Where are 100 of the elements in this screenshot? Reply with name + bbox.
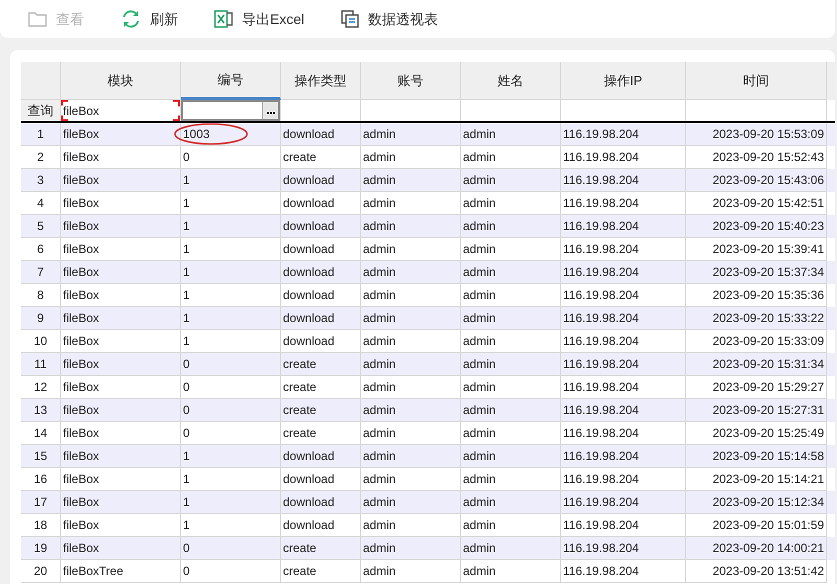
table-cell-text: admin xyxy=(463,149,496,166)
table-cell-text: admin xyxy=(463,563,496,580)
table-cell-text: 116.19.98.204 xyxy=(563,333,639,350)
table-cell-text: 0 xyxy=(183,563,190,580)
spreadsheet-icon xyxy=(214,9,234,29)
table-cell-text: 1 xyxy=(183,172,190,189)
table-cell-text: fileBox xyxy=(63,172,100,189)
table-cell-text: 0 xyxy=(183,379,190,396)
table-cell-text: admin xyxy=(463,425,496,442)
table-cell-text: admin xyxy=(463,494,496,511)
table-cell-text: 116.19.98.204 xyxy=(563,425,639,442)
table-cell-text: 116.19.98.204 xyxy=(563,563,639,580)
table-cell-text: admin xyxy=(463,264,496,281)
table-cell-text: 116.19.98.204 xyxy=(563,241,639,258)
table-cell-text: admin xyxy=(363,425,396,442)
table-cell-text: create xyxy=(283,402,316,419)
table-cell-text: download xyxy=(283,264,334,281)
table-cell-text: 1003 xyxy=(183,126,210,143)
table-cell-text: 1 xyxy=(183,241,190,258)
table-cell-text: fileBox xyxy=(63,425,100,442)
table-cell-text: create xyxy=(283,149,316,166)
table-cell-text: 2023-09-20 15:37:34 xyxy=(712,264,824,281)
table-cell-text: 116.19.98.204 xyxy=(563,172,639,189)
table-cell-text: admin xyxy=(363,540,396,557)
table-cell-text: admin xyxy=(363,241,396,258)
table-cell-text: admin xyxy=(463,310,496,327)
table-cell-text: download xyxy=(283,471,334,488)
table-cell-text: fileBox xyxy=(63,517,100,534)
table-cell-text: admin xyxy=(363,379,396,396)
table-cell-text: 116.19.98.204 xyxy=(563,402,639,419)
table-cell-text: 2023-09-20 15:14:21 xyxy=(712,471,824,488)
table-cell-text: 2023-09-20 15:01:59 xyxy=(712,517,824,534)
table-cell-text: admin xyxy=(363,494,396,511)
table-cell-text: 1 xyxy=(183,333,190,350)
table-cell-text: fileBox xyxy=(63,494,100,511)
table-cell-text: 0 xyxy=(183,425,190,442)
document-stack-icon xyxy=(340,9,360,29)
table-cell-text: admin xyxy=(363,287,396,304)
table-cell-text: admin xyxy=(363,310,396,327)
table-cell-text: admin xyxy=(463,356,496,373)
filter-label: 查询 xyxy=(21,100,61,121)
toolbar-button[interactable]: 刷新 xyxy=(120,8,178,30)
table-cell-text: 0 xyxy=(183,540,190,557)
table-cell-text: 1 xyxy=(183,517,190,534)
table-cell-text: admin xyxy=(463,126,496,143)
table-cell-text: admin xyxy=(463,172,496,189)
column-header[interactable]: 模块 xyxy=(61,62,181,100)
table-cell-text: admin xyxy=(463,218,496,235)
table-cell-text: fileBox xyxy=(63,471,100,488)
table-cell-text: 1 xyxy=(183,471,190,488)
table-cell-text: 2023-09-20 15:40:23 xyxy=(712,218,824,235)
table-cell-text: create xyxy=(283,425,316,442)
table-cell-text: 2023-09-20 15:25:49 xyxy=(712,425,824,442)
filter-field[interactable]: fileBox xyxy=(61,100,180,121)
table-cell-text: fileBox xyxy=(63,264,100,281)
table-cell-text: create xyxy=(283,540,316,557)
table-cell-text: admin xyxy=(463,195,496,212)
table-cell-text: 2023-09-20 15:27:31 xyxy=(712,402,824,419)
toolbar-button[interactable]: 数据透视表 xyxy=(340,8,438,30)
table-cell-text: download xyxy=(283,333,334,350)
column-header[interactable]: 操作类型 xyxy=(281,62,361,100)
table-cell-text: 116.19.98.204 xyxy=(563,126,639,143)
table-cell-text: fileBox xyxy=(63,195,100,212)
row-number: 20 xyxy=(21,560,61,583)
filter-field[interactable] xyxy=(181,100,280,121)
table-cell-text: fileBox xyxy=(63,218,100,235)
table-cell-text: 2023-09-20 15:53:09 xyxy=(712,126,824,143)
table-cell-text: fileBox xyxy=(63,149,100,166)
table-cell-text: admin xyxy=(463,402,496,419)
table-cell-text: 0 xyxy=(183,149,190,166)
table-cell-text: 116.19.98.204 xyxy=(563,517,639,534)
table-cell-text: admin xyxy=(363,402,396,419)
table-cell-text: 116.19.98.204 xyxy=(563,540,639,557)
table-cell-text: 0 xyxy=(183,402,190,419)
table-cell-text: admin xyxy=(463,241,496,258)
column-header[interactable]: 账号 xyxy=(361,62,461,100)
table-cell-text: fileBox xyxy=(63,540,100,557)
table-cell-text: 1 xyxy=(183,195,190,212)
table-cell-text: admin xyxy=(363,333,396,350)
table-cell-text: fileBox xyxy=(63,310,100,327)
table-cell-text: 0 xyxy=(183,356,190,373)
table-cell-text: 116.19.98.204 xyxy=(563,471,639,488)
table-cell-text: 2023-09-20 15:29:27 xyxy=(712,379,824,396)
table-cell-text: fileBox xyxy=(63,448,100,465)
table-cell-text: admin xyxy=(363,172,396,189)
table-cell-text: download xyxy=(283,172,334,189)
table-cell-text: download xyxy=(283,287,334,304)
table-cell-text: fileBox xyxy=(63,356,100,373)
table-cell-text: 2023-09-20 15:35:36 xyxy=(712,287,824,304)
table-cell-text: download xyxy=(283,218,334,235)
toolbar-button[interactable]: 导出Excel xyxy=(214,8,304,30)
column-header[interactable]: 姓名 xyxy=(461,62,561,100)
ellipsis-button[interactable] xyxy=(262,102,278,119)
column-header[interactable]: 操作IP xyxy=(561,62,686,100)
table-cell-text: 116.19.98.204 xyxy=(563,448,639,465)
table-cell-text: download xyxy=(283,517,334,534)
table-cell-text: fileBoxTree xyxy=(63,563,124,580)
table-cell-text: fileBox xyxy=(63,402,100,419)
column-header[interactable]: 时间 xyxy=(686,62,827,100)
table-cell-text: 2023-09-20 15:42:51 xyxy=(712,195,824,212)
